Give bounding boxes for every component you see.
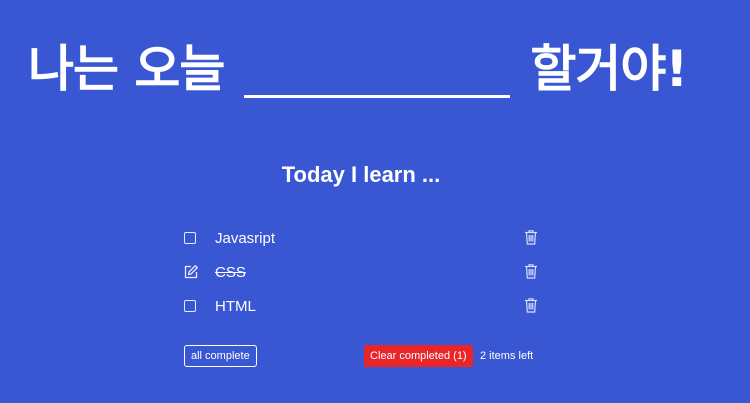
- all-complete-button[interactable]: all complete: [184, 345, 257, 367]
- trash-icon[interactable]: [524, 297, 538, 313]
- hero-suffix: 할거야!: [530, 40, 688, 98]
- todo-item: CSS: [184, 255, 544, 289]
- todo-item: Javasript: [184, 221, 544, 255]
- todo-label[interactable]: Javasript: [215, 230, 275, 247]
- todo-label[interactable]: CSS: [215, 264, 246, 281]
- todo-item: HTML: [184, 289, 544, 323]
- items-left-count: 2 items left: [480, 350, 534, 362]
- trash-icon[interactable]: [524, 263, 538, 279]
- checkbox-icon[interactable]: [184, 300, 196, 312]
- todo-footer: all complete Clear completed (1) 2 items…: [184, 345, 544, 367]
- page-subtitle: Today I learn ...: [281, 162, 441, 187]
- hero-heading: 나는 오늘 할거야!: [28, 34, 688, 104]
- trash-icon[interactable]: [524, 229, 538, 245]
- clear-completed-button[interactable]: Clear completed (1): [364, 345, 473, 367]
- checkbox-icon[interactable]: [184, 232, 196, 244]
- edit-icon[interactable]: [183, 264, 199, 280]
- hero-prefix: 나는 오늘: [28, 40, 225, 98]
- todo-label[interactable]: HTML: [215, 298, 256, 315]
- todo-list: Javasript CSS HTML: [184, 221, 544, 323]
- hero-blank-line: [244, 95, 511, 98]
